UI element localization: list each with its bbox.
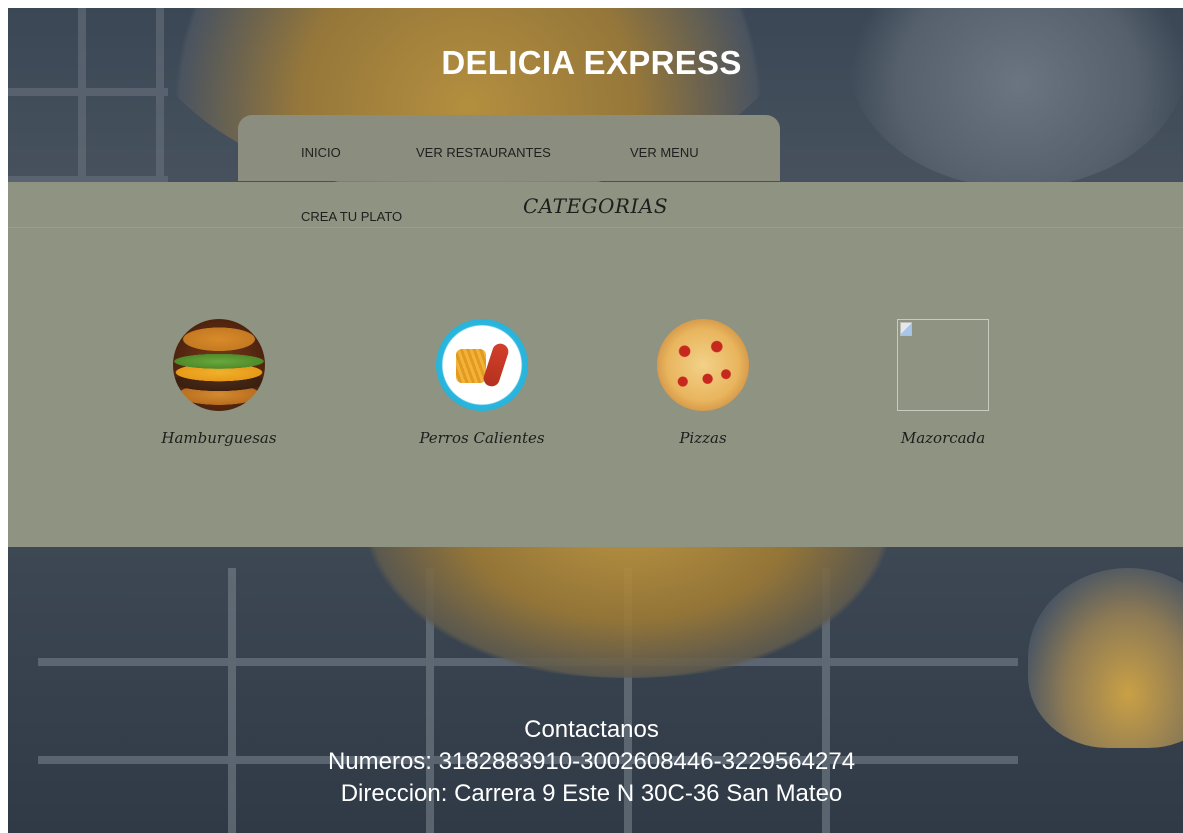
site-title: DELICIA EXPRESS	[441, 44, 742, 81]
hotdog-image[interactable]	[436, 319, 528, 411]
category-label[interactable]: Pizzas	[603, 429, 803, 447]
category-hamburguesas[interactable]: Hamburguesas	[119, 319, 319, 447]
category-label[interactable]: Mazorcada	[843, 429, 1043, 447]
categories-section: CATEGORIAS Hamburguesas Perros Calientes…	[8, 182, 1183, 547]
nav-crea-tu-plato[interactable]: CREA TU PLATO	[301, 209, 402, 224]
broken-image-icon[interactable]	[897, 319, 989, 411]
categories-title: CATEGORIAS	[522, 194, 669, 218]
contact-address: Direccion: Carrera 9 Este N 30C-36 San M…	[340, 780, 843, 807]
background-lamp	[848, 8, 1183, 188]
category-mazorcada[interactable]: Mazorcada	[843, 319, 1043, 447]
nav-inicio[interactable]: INICIO	[301, 145, 341, 160]
burger-image[interactable]	[173, 319, 265, 411]
nav-ver-menu[interactable]: VER MENU	[630, 145, 699, 160]
pizza-image[interactable]	[657, 319, 749, 411]
contact-numbers: Numeros: 3182883910-3002608446-322956427…	[327, 748, 856, 775]
nav-ver-restaurantes[interactable]: VER RESTAURANTES	[416, 145, 551, 160]
category-label[interactable]: Hamburguesas	[119, 429, 319, 447]
divider	[8, 227, 1183, 228]
category-perros-calientes[interactable]: Perros Calientes	[382, 319, 582, 447]
category-label[interactable]: Perros Calientes	[382, 429, 582, 447]
contact-heading: Contactanos	[524, 716, 659, 743]
category-pizzas[interactable]: Pizzas	[603, 319, 803, 447]
